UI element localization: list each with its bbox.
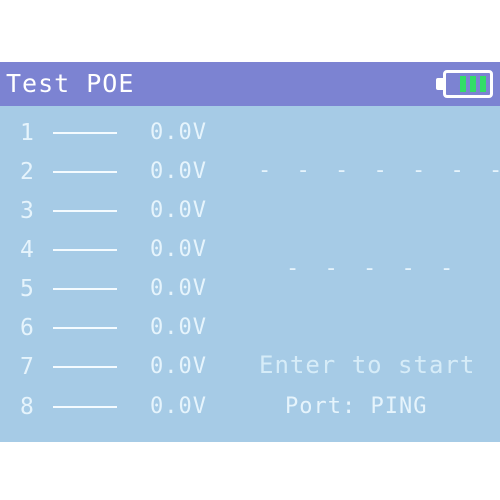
poe-tester-screen: Test POE 1 0.0V 2 0.0V 3 0.0V 4 0.0V 5 0… [0, 62, 500, 442]
pin-voltage: 0.0V [150, 315, 207, 340]
pin-row-5: 5 0.0V [0, 274, 250, 304]
pin-number: 5 [20, 276, 34, 302]
battery-bar [480, 76, 486, 92]
pin-voltage: 0.0V [150, 237, 207, 262]
pin-voltage: 0.0V [150, 198, 207, 223]
pin-number: 8 [20, 394, 34, 420]
pin-voltage: 0.0V [150, 276, 207, 301]
pin-line [53, 171, 117, 173]
page-title: Test POE [6, 69, 135, 98]
pin-number: 3 [20, 198, 34, 224]
pin-row-4: 4 0.0V [0, 235, 250, 265]
pin-voltage: 0.0V [150, 354, 207, 379]
pin-line [53, 366, 117, 368]
pin-number: 6 [20, 315, 34, 341]
pin-row-2: 2 0.0V [0, 157, 250, 187]
title-bar: Test POE [0, 62, 500, 106]
pin-number: 7 [20, 354, 34, 380]
port-mode: Port: PING [285, 394, 428, 419]
pin-line [53, 249, 117, 251]
start-prompt: Enter to start [259, 351, 476, 379]
pin-row-1: 1 0.0V [0, 118, 250, 148]
pin-row-3: 3 0.0V [0, 196, 250, 226]
pin-number: 1 [20, 120, 34, 146]
pin-voltage: 0.0V [150, 159, 207, 184]
battery-icon [443, 70, 493, 98]
pin-line [53, 327, 117, 329]
battery-bar [470, 76, 476, 92]
battery-bar [460, 76, 466, 92]
pin-line [53, 288, 117, 290]
pin-line [53, 132, 117, 134]
pin-number: 4 [20, 237, 34, 263]
battery-tip [436, 78, 443, 90]
pin-row-6: 6 0.0V [0, 313, 250, 343]
pin-row-7: 7 0.0V [0, 352, 250, 382]
status-dashes-top: - - - - - - - [258, 158, 500, 183]
pin-number: 2 [20, 159, 34, 185]
pin-row-8: 8 0.0V [0, 392, 250, 422]
pin-line [53, 210, 117, 212]
status-dashes-bottom: - - - - - [286, 256, 460, 281]
pin-voltage: 0.0V [150, 120, 207, 145]
pin-voltage: 0.0V [150, 394, 207, 419]
pin-line [53, 406, 117, 408]
